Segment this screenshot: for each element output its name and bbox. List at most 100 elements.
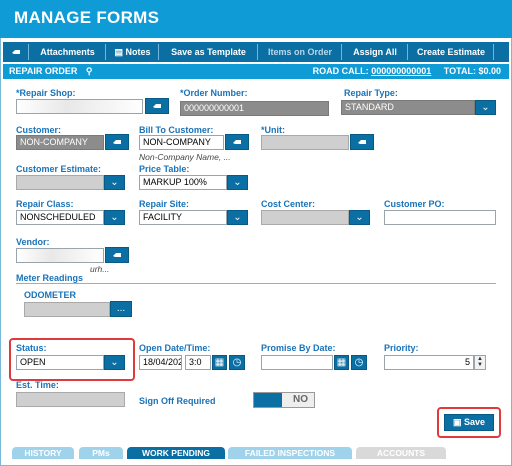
bill-to-customer-note: Non-Company Name, ...: [139, 152, 231, 162]
repair-shop-field[interactable]: [16, 99, 143, 114]
vendor-note: urh...: [90, 264, 110, 274]
customer-field[interactable]: NON-COMPANY: [16, 135, 104, 150]
unit-lookup-button[interactable]: [350, 134, 374, 150]
customer-label: Customer:: [16, 125, 62, 135]
title-bar: MANAGE FORMS: [0, 0, 512, 38]
odometer-field[interactable]: [24, 302, 110, 317]
customer-po-field[interactable]: [384, 210, 496, 225]
promise-date-calendar-button[interactable]: ▦: [334, 355, 349, 370]
clock-icon: ◷: [354, 357, 364, 368]
repair-type-select[interactable]: STANDARD: [341, 100, 475, 115]
open-date-label: Open Date/Time:: [139, 343, 211, 353]
unit-field[interactable]: [261, 135, 349, 150]
notes-button[interactable]: ▤ Notes: [107, 44, 159, 60]
road-call-label: ROAD CALL:: [312, 66, 369, 76]
repair-class-select[interactable]: NONSCHEDULED: [16, 210, 104, 225]
odometer-label: ODOMETER: [24, 290, 77, 300]
toolbar: Attachments ▤ Notes Save as Template Ite…: [3, 42, 509, 62]
clock-icon: ◷: [232, 357, 242, 368]
open-time-field[interactable]: 3:0: [185, 355, 211, 370]
promise-by-date-label: Promise By Date:: [261, 343, 336, 353]
price-table-dropdown-button[interactable]: ⌄: [227, 175, 248, 190]
spin-down-icon[interactable]: ▼: [475, 362, 485, 368]
notes-icon: ▤: [114, 47, 123, 57]
save-label: Save: [464, 417, 486, 427]
save-as-template-button[interactable]: Save as Template: [160, 44, 258, 60]
priority-field[interactable]: 5: [384, 355, 474, 370]
status-dropdown-button[interactable]: ⌄: [104, 355, 125, 370]
repair-type-label: Repair Type:: [344, 88, 398, 98]
cost-center-label: Cost Center:: [261, 199, 316, 209]
meter-readings-divider: [16, 283, 496, 284]
vendor-lookup-button[interactable]: [105, 247, 129, 263]
repair-class-dropdown-button[interactable]: ⌄: [104, 210, 125, 225]
hand-icon: [233, 140, 241, 144]
customer-estimate-select[interactable]: [16, 175, 104, 190]
tab-failed-inspections[interactable]: FAILED INSPECTIONS: [228, 447, 352, 459]
repair-site-dropdown-button[interactable]: ⌄: [227, 210, 248, 225]
customer-estimate-label: Customer Estimate:: [16, 164, 102, 174]
items-on-order-button[interactable]: Items on Order: [259, 44, 342, 60]
chevron-down-icon: ⌄: [233, 177, 242, 188]
road-call-link[interactable]: 000000000001: [371, 66, 431, 76]
customer-po-label: Customer PO:: [384, 199, 445, 209]
calendar-icon: ▦: [336, 357, 347, 368]
tab-history[interactable]: HISTORY: [12, 447, 74, 459]
order-number-field[interactable]: 000000000001: [180, 101, 329, 116]
chevron-down-icon: ⌄: [110, 212, 119, 223]
header-summary: ROAD CALL: 000000000001 TOTAL: $0.00: [313, 64, 501, 79]
tab-pms[interactable]: PMs: [79, 447, 123, 459]
odometer-more-button[interactable]: ...: [110, 301, 132, 317]
repair-site-label: Repair Site:: [139, 199, 190, 209]
open-date-field[interactable]: 18/04/202: [139, 355, 182, 370]
section-title-text: REPAIR ORDER: [9, 66, 78, 76]
repair-site-select[interactable]: FACILITY: [139, 210, 227, 225]
sign-off-toggle[interactable]: NO: [253, 392, 315, 408]
repair-shop-label: *Repair Shop:: [16, 88, 76, 98]
customer-estimate-dropdown-button[interactable]: ⌄: [104, 175, 125, 190]
total-value: $0.00: [478, 66, 501, 76]
save-icon: ▣: [452, 417, 462, 427]
cost-center-select[interactable]: [261, 210, 349, 225]
customer-lookup-button[interactable]: [105, 134, 129, 150]
hand-icon: [113, 140, 121, 144]
price-table-select[interactable]: MARKUP 100%: [139, 175, 227, 190]
vendor-label: Vendor:: [16, 237, 50, 247]
repair-shop-lookup-button[interactable]: [145, 98, 169, 114]
cost-center-dropdown-button[interactable]: ⌄: [349, 210, 370, 225]
open-date-calendar-button[interactable]: ▦: [212, 355, 227, 370]
tab-accounts[interactable]: ACCOUNTS: [356, 447, 446, 459]
vendor-field[interactable]: [16, 248, 104, 263]
unit-label: *Unit:: [261, 125, 285, 135]
attachments-button[interactable]: Attachments: [30, 44, 106, 60]
order-number-label: *Order Number:: [180, 88, 248, 98]
open-time-clock-button[interactable]: ◷: [229, 355, 245, 370]
toggle-knob: [254, 393, 282, 407]
status-label: Status:: [16, 343, 47, 353]
repair-type-dropdown-button[interactable]: ⌄: [475, 100, 496, 115]
toolbar-menu-button[interactable]: [3, 44, 29, 60]
chevron-down-icon: ⌄: [481, 102, 490, 113]
est-time-field[interactable]: [16, 392, 125, 407]
section-title: REPAIR ORDER ⚲: [9, 64, 92, 79]
sign-off-label: Sign Off Required: [139, 396, 216, 406]
total-label: TOTAL:: [443, 66, 476, 76]
assign-all-button[interactable]: Assign All: [343, 44, 408, 60]
chevron-down-icon: ⌄: [233, 212, 242, 223]
page-title: MANAGE FORMS: [14, 8, 160, 27]
toggle-state: NO: [293, 394, 308, 405]
bill-to-customer-field[interactable]: NON-COMPANY: [139, 135, 224, 150]
bill-to-customer-lookup-button[interactable]: [225, 134, 249, 150]
priority-label: Priority:: [384, 343, 419, 353]
create-estimate-button[interactable]: Create Estimate: [409, 44, 494, 60]
save-button[interactable]: ▣ Save: [444, 414, 494, 431]
promise-by-date-field[interactable]: [261, 355, 333, 370]
promise-time-clock-button[interactable]: ◷: [351, 355, 367, 370]
repair-class-label: Repair Class:: [16, 199, 74, 209]
tab-work-pending[interactable]: WORK PENDING: [127, 447, 225, 459]
chevron-down-icon: ⌄: [110, 177, 119, 188]
status-select[interactable]: OPEN: [16, 355, 104, 370]
bill-to-customer-label: Bill To Customer:: [139, 125, 214, 135]
notes-label: Notes: [125, 47, 151, 57]
priority-spinner[interactable]: ▲ ▼: [474, 355, 486, 370]
